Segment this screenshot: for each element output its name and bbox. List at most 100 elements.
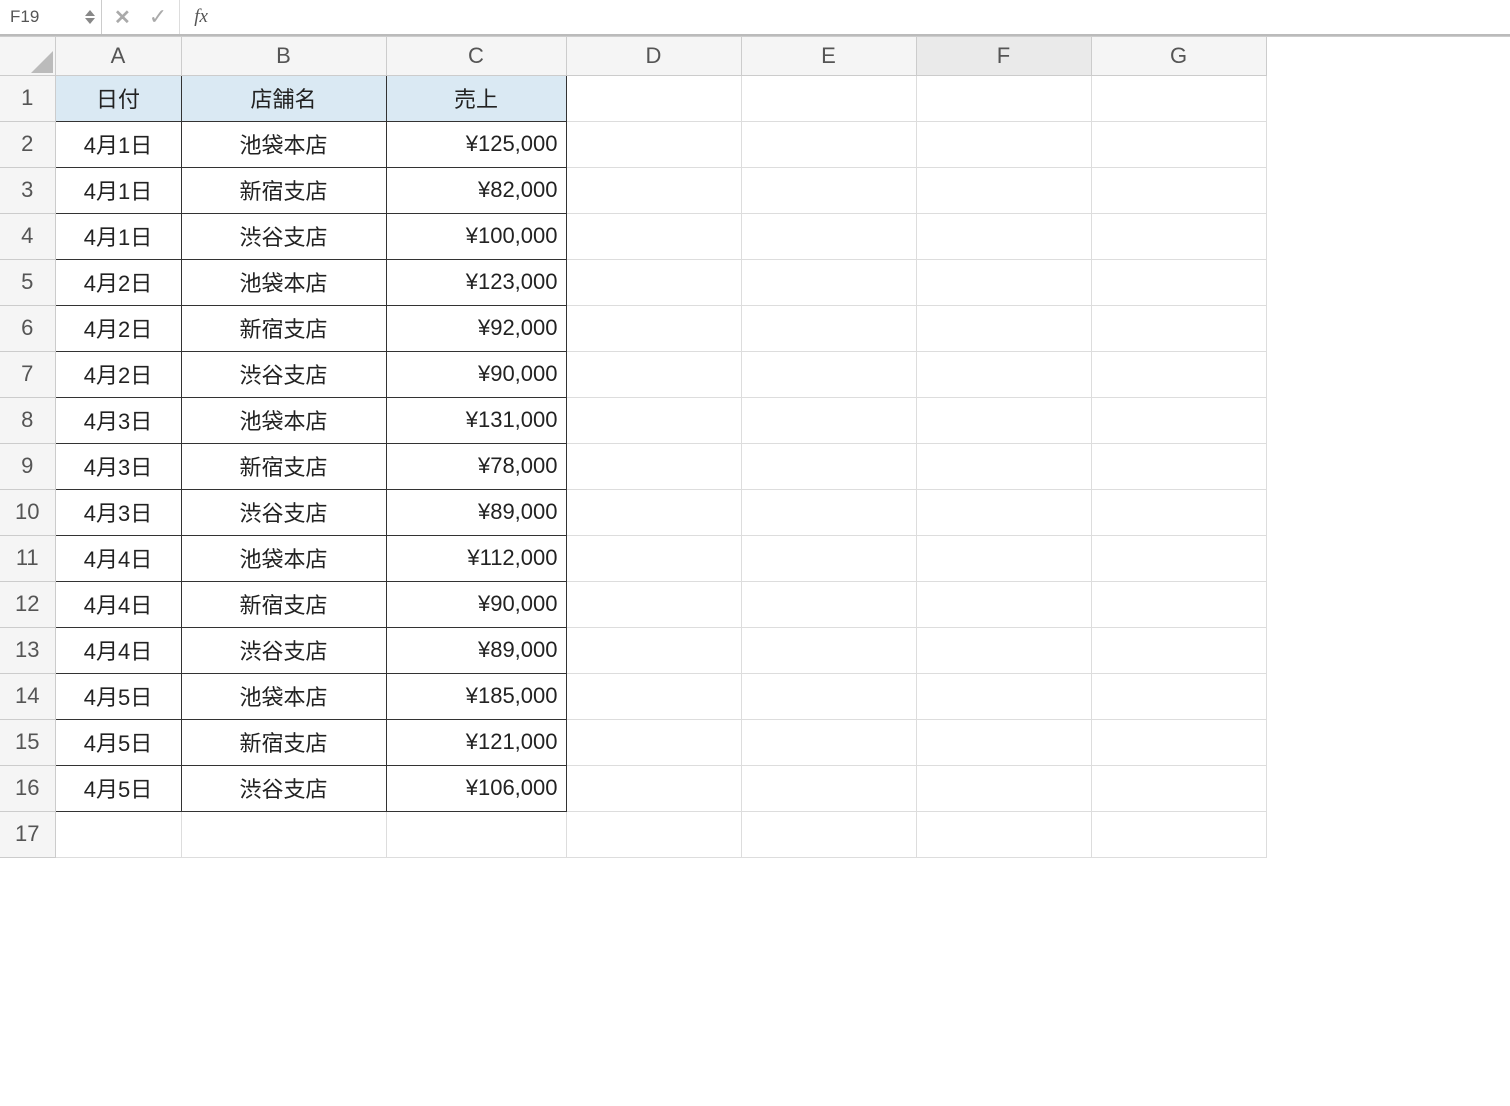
cell-G16[interactable]: [1091, 765, 1266, 811]
cell-E5[interactable]: [741, 259, 916, 305]
cell-E11[interactable]: [741, 535, 916, 581]
fx-label[interactable]: fx: [180, 6, 216, 28]
cell-B3[interactable]: 新宿支店: [181, 167, 386, 213]
cell-G15[interactable]: [1091, 719, 1266, 765]
cell-F5[interactable]: [916, 259, 1091, 305]
col-header-F[interactable]: F: [916, 37, 1091, 75]
cell-C3[interactable]: ¥82,000: [386, 167, 566, 213]
cell-C2[interactable]: ¥125,000: [386, 121, 566, 167]
cell-B4[interactable]: 渋谷支店: [181, 213, 386, 259]
cell-D8[interactable]: [566, 397, 741, 443]
row-header-2[interactable]: 2: [0, 121, 55, 167]
cell-A9[interactable]: 4月3日: [55, 443, 181, 489]
cell-B16[interactable]: 渋谷支店: [181, 765, 386, 811]
cell-C16[interactable]: ¥106,000: [386, 765, 566, 811]
row-header-9[interactable]: 9: [0, 443, 55, 489]
row-header-14[interactable]: 14: [0, 673, 55, 719]
cell-G1[interactable]: [1091, 75, 1266, 121]
cell-A8[interactable]: 4月3日: [55, 397, 181, 443]
cell-E14[interactable]: [741, 673, 916, 719]
cell-C4[interactable]: ¥100,000: [386, 213, 566, 259]
col-header-G[interactable]: G: [1091, 37, 1266, 75]
cell-D15[interactable]: [566, 719, 741, 765]
select-all-corner[interactable]: [0, 37, 55, 75]
cell-A12[interactable]: 4月4日: [55, 581, 181, 627]
cell-E2[interactable]: [741, 121, 916, 167]
cell-C10[interactable]: ¥89,000: [386, 489, 566, 535]
col-header-A[interactable]: A: [55, 37, 181, 75]
cell-E13[interactable]: [741, 627, 916, 673]
cell-E4[interactable]: [741, 213, 916, 259]
cell-D17[interactable]: [566, 811, 741, 857]
cell-E15[interactable]: [741, 719, 916, 765]
cell-E8[interactable]: [741, 397, 916, 443]
cell-C14[interactable]: ¥185,000: [386, 673, 566, 719]
cell-A17[interactable]: [55, 811, 181, 857]
cell-A4[interactable]: 4月1日: [55, 213, 181, 259]
cell-C5[interactable]: ¥123,000: [386, 259, 566, 305]
cell-G6[interactable]: [1091, 305, 1266, 351]
cell-C6[interactable]: ¥92,000: [386, 305, 566, 351]
cell-B11[interactable]: 池袋本店: [181, 535, 386, 581]
cell-D11[interactable]: [566, 535, 741, 581]
cell-G7[interactable]: [1091, 351, 1266, 397]
row-header-11[interactable]: 11: [0, 535, 55, 581]
cell-B1[interactable]: 店舗名: [181, 75, 386, 121]
cell-D4[interactable]: [566, 213, 741, 259]
cell-C7[interactable]: ¥90,000: [386, 351, 566, 397]
cell-B6[interactable]: 新宿支店: [181, 305, 386, 351]
cell-B14[interactable]: 池袋本店: [181, 673, 386, 719]
cell-A16[interactable]: 4月5日: [55, 765, 181, 811]
cell-F16[interactable]: [916, 765, 1091, 811]
cell-G11[interactable]: [1091, 535, 1266, 581]
cell-D14[interactable]: [566, 673, 741, 719]
cell-E7[interactable]: [741, 351, 916, 397]
cell-A15[interactable]: 4月5日: [55, 719, 181, 765]
cell-G17[interactable]: [1091, 811, 1266, 857]
cell-A5[interactable]: 4月2日: [55, 259, 181, 305]
spinner-up-icon[interactable]: [85, 10, 95, 16]
row-header-13[interactable]: 13: [0, 627, 55, 673]
cell-B5[interactable]: 池袋本店: [181, 259, 386, 305]
cell-D6[interactable]: [566, 305, 741, 351]
cell-B12[interactable]: 新宿支店: [181, 581, 386, 627]
cell-A11[interactable]: 4月4日: [55, 535, 181, 581]
col-header-E[interactable]: E: [741, 37, 916, 75]
spinner-down-icon[interactable]: [85, 18, 95, 24]
cell-B17[interactable]: [181, 811, 386, 857]
cell-C13[interactable]: ¥89,000: [386, 627, 566, 673]
accept-icon[interactable]: ✓: [149, 4, 167, 30]
cell-F10[interactable]: [916, 489, 1091, 535]
cell-F1[interactable]: [916, 75, 1091, 121]
row-header-8[interactable]: 8: [0, 397, 55, 443]
cell-A1[interactable]: 日付: [55, 75, 181, 121]
cell-E10[interactable]: [741, 489, 916, 535]
row-header-1[interactable]: 1: [0, 75, 55, 121]
cell-D5[interactable]: [566, 259, 741, 305]
row-header-6[interactable]: 6: [0, 305, 55, 351]
col-header-B[interactable]: B: [181, 37, 386, 75]
cell-G13[interactable]: [1091, 627, 1266, 673]
cell-G10[interactable]: [1091, 489, 1266, 535]
cell-D9[interactable]: [566, 443, 741, 489]
cell-D1[interactable]: [566, 75, 741, 121]
cell-F7[interactable]: [916, 351, 1091, 397]
cell-E3[interactable]: [741, 167, 916, 213]
row-header-4[interactable]: 4: [0, 213, 55, 259]
cell-C1[interactable]: 売上: [386, 75, 566, 121]
row-header-16[interactable]: 16: [0, 765, 55, 811]
cell-F8[interactable]: [916, 397, 1091, 443]
cell-A13[interactable]: 4月4日: [55, 627, 181, 673]
cell-E16[interactable]: [741, 765, 916, 811]
cell-A7[interactable]: 4月2日: [55, 351, 181, 397]
row-header-7[interactable]: 7: [0, 351, 55, 397]
cell-C12[interactable]: ¥90,000: [386, 581, 566, 627]
cell-B10[interactable]: 渋谷支店: [181, 489, 386, 535]
cell-G9[interactable]: [1091, 443, 1266, 489]
cell-G8[interactable]: [1091, 397, 1266, 443]
row-header-10[interactable]: 10: [0, 489, 55, 535]
cell-F13[interactable]: [916, 627, 1091, 673]
cell-D13[interactable]: [566, 627, 741, 673]
formula-input[interactable]: [216, 0, 1510, 34]
row-header-5[interactable]: 5: [0, 259, 55, 305]
